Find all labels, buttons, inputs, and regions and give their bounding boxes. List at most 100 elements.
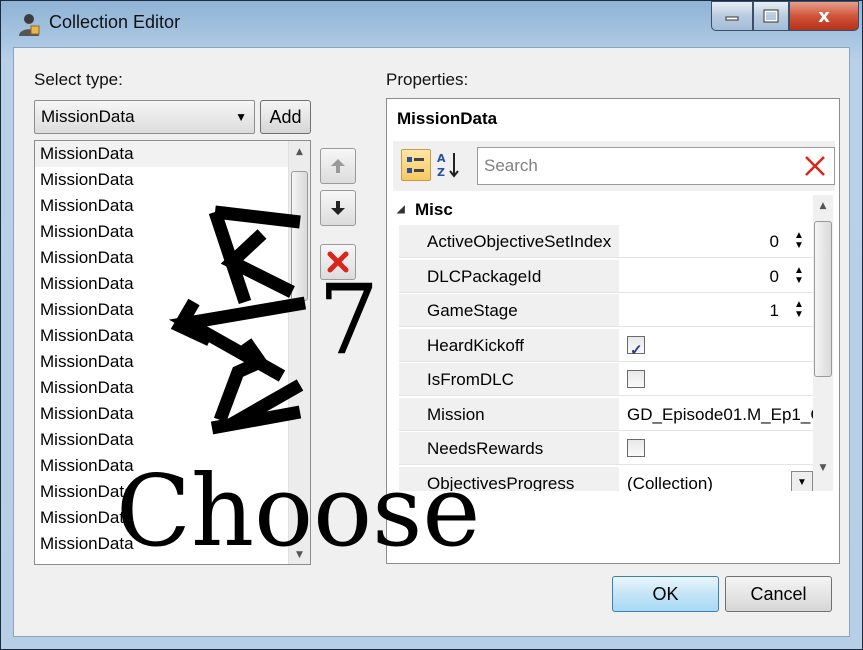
- clear-search-icon[interactable]: [802, 152, 828, 180]
- close-button[interactable]: x: [789, 1, 859, 31]
- add-button[interactable]: Add: [260, 100, 311, 134]
- items-list: MissionData MissionData MissionData Mission…: [35, 141, 288, 557]
- cancel-button[interactable]: Cancel: [725, 576, 832, 612]
- spinner-icon[interactable]: ▲ ▼: [793, 265, 805, 286]
- type-combobox[interactable]: MissionData ▼: [34, 100, 255, 134]
- property-row[interactable]: HeardKickoff ✓: [393, 328, 813, 363]
- maximize-icon: [763, 9, 779, 23]
- property-checkbox[interactable]: [627, 370, 645, 388]
- svg-text:Z: Z: [437, 166, 445, 179]
- property-name: GameStage: [399, 294, 619, 327]
- window-title: Collection Editor: [49, 12, 181, 32]
- list-item[interactable]: MissionData: [35, 505, 288, 531]
- properties-label: Properties:: [386, 70, 469, 89]
- collection-editor-button[interactable]: ▼: [791, 470, 813, 491]
- maximize-button[interactable]: [753, 1, 789, 31]
- search-placeholder: Search: [484, 156, 538, 175]
- list-scroll-thumb[interactable]: [291, 171, 308, 301]
- arrow-down-icon: [331, 201, 345, 215]
- categorized-icon: [407, 157, 424, 173]
- list-item[interactable]: MissionData: [35, 479, 288, 505]
- list-item[interactable]: MissionData: [35, 427, 288, 453]
- close-icon: x: [818, 5, 830, 27]
- collapse-triangle-icon[interactable]: ◢: [397, 197, 405, 223]
- property-value[interactable]: [619, 363, 813, 396]
- property-scrollbar[interactable]: ▲ ▼: [813, 195, 833, 491]
- selected-object-name: MissionData: [397, 109, 498, 128]
- dialog-client-area: Select type: MissionData ▼ Add MissionDa…: [13, 47, 850, 637]
- list-scrollbar[interactable]: ▲ ▼: [288, 141, 310, 564]
- property-name: ActiveObjectiveSetIndex: [399, 225, 619, 258]
- move-down-button[interactable]: [320, 190, 356, 226]
- minimize-button[interactable]: [711, 1, 753, 31]
- property-scroll-thumb[interactable]: [814, 221, 832, 377]
- numeric-value[interactable]: 1: [770, 294, 779, 326]
- list-item[interactable]: MissionData: [35, 375, 288, 401]
- property-value[interactable]: 0 ▲ ▼: [619, 225, 813, 258]
- list-item[interactable]: MissionData: [35, 401, 288, 427]
- list-item[interactable]: MissionData: [35, 453, 288, 479]
- property-value[interactable]: GD_Episode01.M_Ep1_Ch: [619, 397, 813, 431]
- property-checkbox[interactable]: ✓: [627, 335, 645, 359]
- title-bar[interactable]: Collection Editor x: [1, 1, 862, 45]
- property-name: NeedsRewards: [399, 432, 619, 465]
- text-value: GD_Episode01.M_Ep1_Ch: [627, 404, 813, 424]
- property-value[interactable]: 0 ▲ ▼: [619, 259, 813, 293]
- spinner-icon[interactable]: ▲ ▼: [793, 300, 805, 320]
- user-icon: [19, 14, 40, 36]
- numeric-value[interactable]: 0: [770, 260, 779, 292]
- property-value[interactable]: [619, 432, 813, 465]
- list-item[interactable]: MissionData: [35, 297, 288, 323]
- delete-x-icon: [327, 251, 349, 273]
- sort-az-icon: A Z: [437, 152, 459, 179]
- select-type-label: Select type:: [34, 70, 123, 89]
- list-item[interactable]: MissionData: [35, 531, 288, 557]
- property-row[interactable]: NeedsRewards: [393, 432, 813, 466]
- spinner-icon[interactable]: ▲ ▼: [793, 231, 805, 251]
- property-value[interactable]: ✓: [619, 328, 813, 362]
- property-name: Mission: [399, 397, 619, 431]
- property-grid-toolbar: A Z Search: [393, 141, 835, 191]
- category-misc[interactable]: ◢ Misc: [393, 197, 813, 223]
- category-name: Misc: [415, 200, 453, 219]
- property-row[interactable]: ObjectivesProgress (Collection) ▼: [393, 466, 813, 492]
- move-up-button[interactable]: [320, 148, 356, 184]
- list-item[interactable]: MissionData: [35, 271, 288, 297]
- numeric-value[interactable]: 0: [770, 225, 779, 257]
- scroll-down-icon[interactable]: ▼: [813, 463, 833, 473]
- collection-editor-window: Collection Editor x Select type: Mission…: [0, 0, 863, 650]
- ok-button[interactable]: OK: [612, 576, 719, 612]
- property-rows: ◢ Misc ActiveObjectiveSetIndex 0 ▲ ▼ DLCPac…: [393, 195, 813, 491]
- remove-button[interactable]: [320, 244, 356, 280]
- list-item[interactable]: MissionData: [35, 219, 288, 245]
- minimize-icon: [725, 16, 739, 21]
- list-item[interactable]: MissionData: [35, 193, 288, 219]
- scroll-down-icon[interactable]: ▼: [289, 550, 310, 560]
- property-name: IsFromDLC: [399, 363, 619, 396]
- list-item[interactable]: MissionData: [35, 167, 288, 193]
- property-grid[interactable]: MissionData A Z Search ◢ Misc ActiveObje…: [386, 98, 840, 564]
- list-item[interactable]: MissionData: [35, 245, 288, 271]
- list-item[interactable]: MissionData: [35, 323, 288, 349]
- property-checkbox[interactable]: [627, 439, 645, 457]
- property-search-input[interactable]: Search: [477, 147, 835, 185]
- scroll-up-icon[interactable]: ▲: [289, 147, 310, 157]
- checkmark-icon: ✓: [630, 341, 643, 359]
- property-row[interactable]: IsFromDLC: [393, 363, 813, 397]
- categorized-button[interactable]: [401, 149, 431, 181]
- property-name: HeardKickoff: [399, 328, 619, 362]
- items-listbox[interactable]: MissionData MissionData MissionData Mission…: [34, 140, 311, 565]
- property-row[interactable]: ActiveObjectiveSetIndex 0 ▲ ▼: [393, 225, 813, 259]
- scroll-up-icon[interactable]: ▲: [813, 201, 833, 211]
- type-combobox-value: MissionData: [41, 107, 135, 126]
- arrow-up-icon: [331, 159, 345, 173]
- property-value[interactable]: 1 ▲ ▼: [619, 294, 813, 327]
- property-row[interactable]: Mission GD_Episode01.M_Ep1_Ch: [393, 397, 813, 432]
- collection-value: (Collection): [627, 473, 713, 492]
- property-row[interactable]: DLCPackageId 0 ▲ ▼: [393, 259, 813, 294]
- alphabetical-button[interactable]: A Z: [435, 149, 463, 181]
- property-row[interactable]: GameStage 1 ▲ ▼: [393, 294, 813, 328]
- list-item[interactable]: MissionData: [35, 349, 288, 375]
- property-value[interactable]: (Collection) ▼: [619, 466, 813, 492]
- list-item[interactable]: MissionData: [35, 141, 288, 167]
